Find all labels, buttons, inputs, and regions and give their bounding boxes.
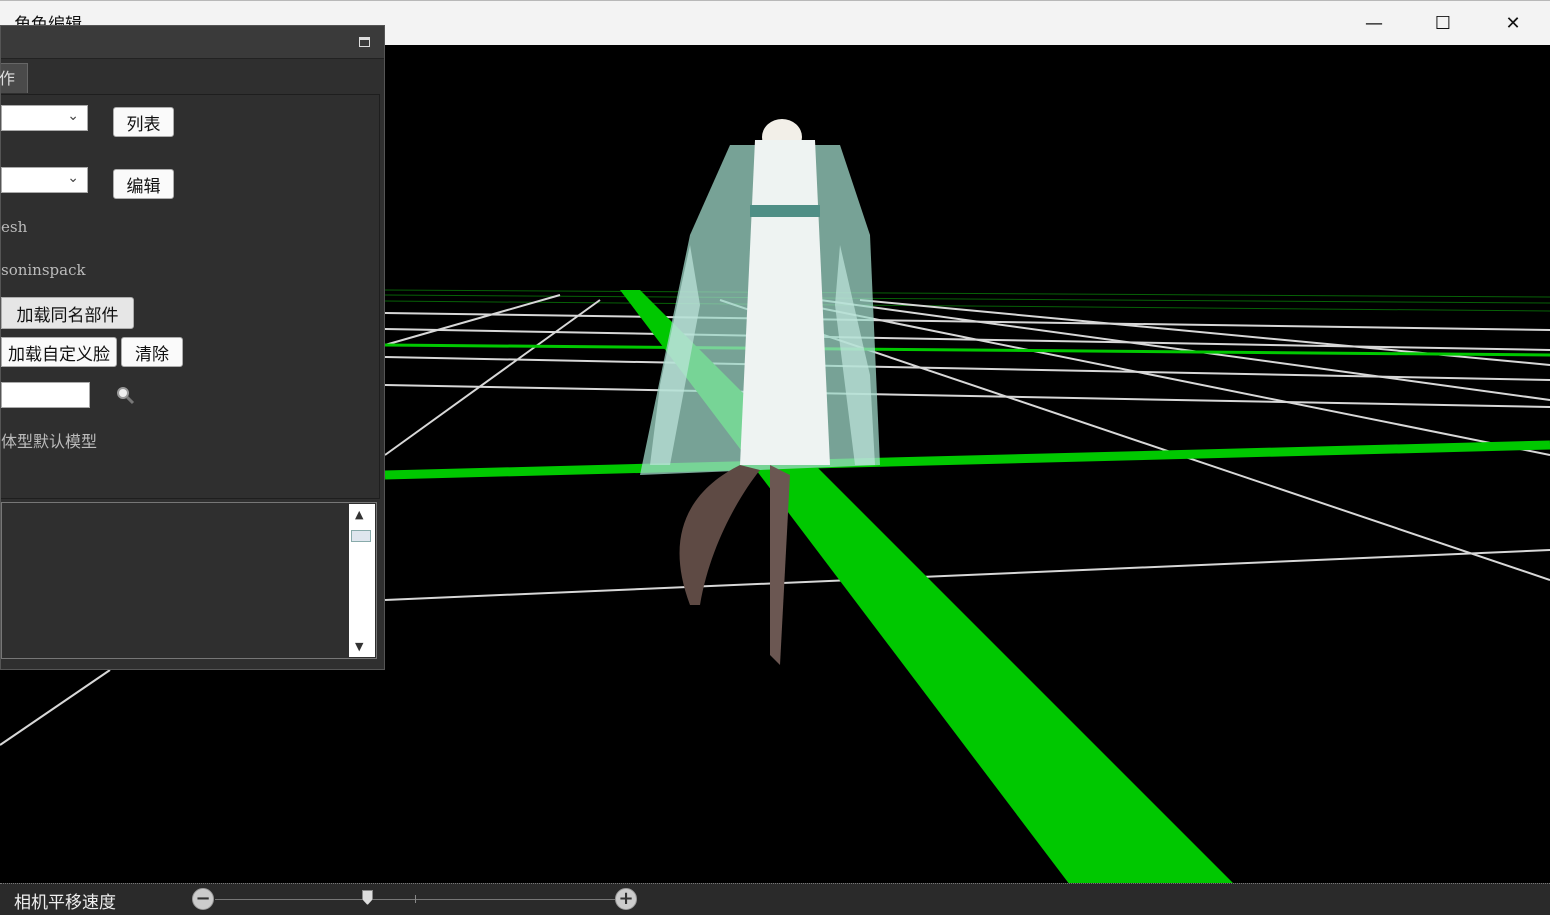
panel-body: ⌄ 列表 ⌄ 编辑 esh soninspack 加载同名部件 加载自定义脸 清… bbox=[1, 94, 380, 499]
parts-listbox[interactable]: ▲ ▼ bbox=[1, 502, 377, 659]
increase-speed-button[interactable]: + bbox=[615, 888, 637, 910]
parts-panel: 作 ⌄ 列表 ⌄ 编辑 esh soninspack 加载同名部件 加载自定义脸… bbox=[0, 25, 385, 670]
mesh-label: esh bbox=[1, 218, 28, 236]
clear-button[interactable]: 清除 bbox=[121, 337, 183, 367]
load-custom-face-button[interactable]: 加载自定义脸 bbox=[1, 337, 117, 367]
camera-speed-slider-handle[interactable] bbox=[362, 890, 373, 905]
listbox-scrollbar[interactable]: ▲ ▼ bbox=[349, 504, 375, 657]
chevron-down-icon: ⌄ bbox=[67, 170, 79, 186]
decrease-speed-button[interactable]: − bbox=[192, 888, 214, 910]
load-same-name-parts-button[interactable]: 加载同名部件 bbox=[1, 297, 134, 329]
search-icon[interactable] bbox=[115, 385, 135, 405]
camera-speed-bar: 相机平移速度 − + bbox=[0, 883, 1550, 915]
scroll-down-icon[interactable]: ▼ bbox=[355, 640, 363, 653]
chevron-down-icon: ⌄ bbox=[67, 108, 79, 124]
tab-actions[interactable]: 作 bbox=[0, 63, 28, 93]
tab-actions-label: 作 bbox=[0, 69, 16, 88]
camera-speed-label: 相机平移速度 bbox=[14, 893, 116, 913]
scroll-up-icon[interactable]: ▲ bbox=[355, 508, 363, 521]
pack-label: soninspack bbox=[1, 261, 86, 279]
scroll-thumb[interactable] bbox=[351, 530, 371, 542]
panel-restore-icon[interactable] bbox=[359, 37, 370, 47]
mesh-combo[interactable]: ⌄ bbox=[1, 167, 88, 193]
maximize-button[interactable]: ☐ bbox=[1408, 1, 1478, 46]
panel-header bbox=[1, 26, 384, 59]
close-button[interactable]: ✕ bbox=[1478, 1, 1548, 46]
minimize-button[interactable]: — bbox=[1339, 1, 1409, 46]
edit-button[interactable]: 编辑 bbox=[113, 169, 174, 199]
slider-tick bbox=[415, 895, 416, 903]
list-button[interactable]: 列表 bbox=[113, 107, 174, 137]
search-input[interactable] bbox=[1, 382, 90, 408]
default-model-label: 体型默认模型 bbox=[1, 432, 98, 451]
part-combo[interactable]: ⌄ bbox=[1, 105, 88, 131]
